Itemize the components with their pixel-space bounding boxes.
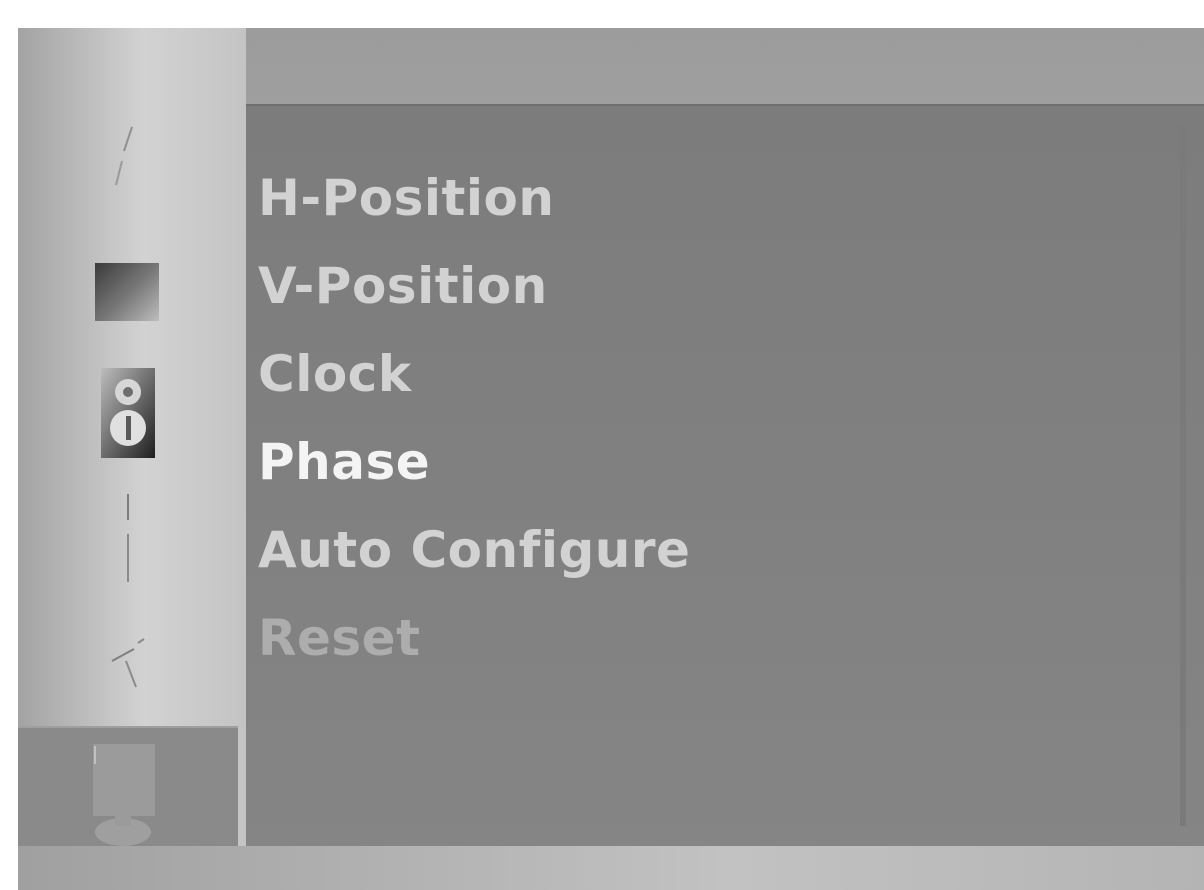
category-sidebar xyxy=(18,28,246,890)
bottom-bar xyxy=(18,846,1204,890)
submenu-panel: H-Position V-Position Clock Phase Auto C… xyxy=(246,104,1204,848)
position-icon xyxy=(127,494,129,582)
menu-item-reset[interactable]: Reset xyxy=(258,594,690,682)
color-icon xyxy=(95,263,159,321)
menu-item-clock[interactable]: Clock xyxy=(258,330,690,418)
sidebar-item-setup[interactable] xyxy=(18,628,238,704)
speaker-icon xyxy=(101,368,155,458)
sidebar-item-color[interactable] xyxy=(18,256,238,328)
submenu-list: H-Position V-Position Clock Phase Auto C… xyxy=(258,154,690,682)
sidebar-item-geometry[interactable] xyxy=(18,726,238,852)
sidebar-item-position[interactable] xyxy=(18,488,238,588)
menu-item-v-position[interactable]: V-Position xyxy=(258,242,690,330)
menu-item-h-position[interactable]: H-Position xyxy=(258,154,690,242)
panel-edge xyxy=(1180,126,1186,826)
picture-icon xyxy=(115,126,133,186)
menu-item-auto-configure[interactable]: Auto Configure xyxy=(258,506,690,594)
sidebar-item-audio[interactable] xyxy=(18,362,238,462)
monitor-icon xyxy=(93,744,155,846)
sidebar-item-picture[interactable] xyxy=(18,116,238,196)
menu-item-phase[interactable]: Phase xyxy=(258,418,690,506)
osd-menu: H-Position V-Position Clock Phase Auto C… xyxy=(18,28,1204,890)
setup-icon xyxy=(111,638,145,688)
